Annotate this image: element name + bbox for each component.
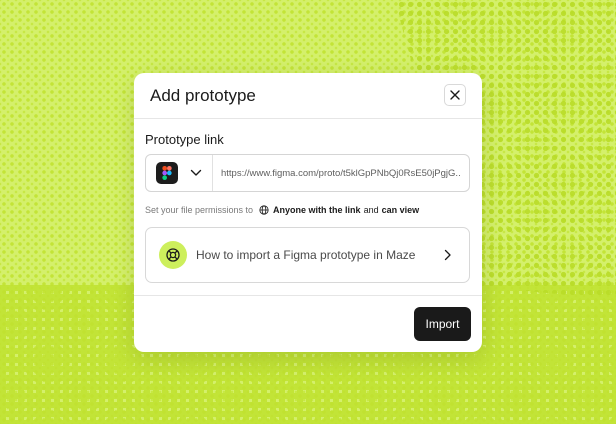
- permission-access-level: can view: [381, 205, 420, 215]
- lifebuoy-icon: [159, 241, 187, 269]
- globe-icon: [259, 205, 269, 215]
- permissions-hint: Set your file permissions to Anyone with…: [145, 205, 419, 215]
- prototype-url-input[interactable]: [213, 167, 469, 179]
- chevron-down-icon: [190, 169, 202, 177]
- add-prototype-dialog: Add prototype Prototype link https://www…: [134, 73, 482, 352]
- close-button[interactable]: [444, 84, 466, 106]
- prototype-link-field: [145, 154, 470, 192]
- figma-logo-icon: [156, 162, 178, 184]
- prototype-link-label: Prototype link: [145, 132, 224, 147]
- import-button[interactable]: Import: [414, 307, 471, 341]
- permission-link-scope: Anyone with the link: [273, 205, 361, 215]
- tool-select-dropdown[interactable]: [146, 155, 213, 191]
- dialog-title: Add prototype: [150, 86, 256, 105]
- import-guide-link[interactable]: How to import a Figma prototype in Maze: [145, 227, 470, 283]
- permissions-and: and: [363, 205, 379, 215]
- permissions-prefix: Set your file permissions to: [145, 205, 254, 215]
- footer-divider: [134, 295, 482, 296]
- import-guide-text: How to import a Figma prototype in Maze: [196, 248, 416, 262]
- dialog-header: Add prototype: [134, 73, 482, 119]
- chevron-right-icon: [444, 249, 452, 261]
- close-icon: [450, 90, 460, 100]
